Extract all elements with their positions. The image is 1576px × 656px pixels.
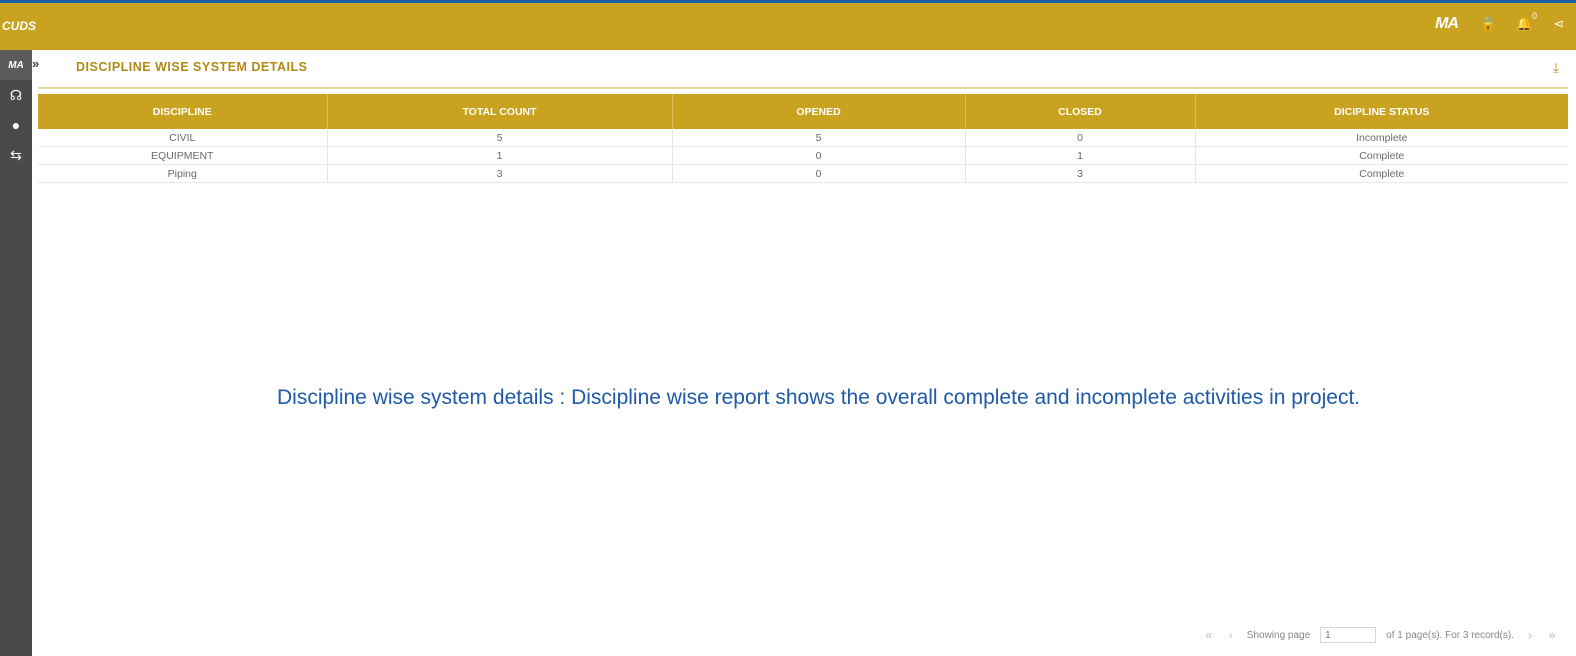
headset-icon[interactable]: ☊ [0,80,32,110]
column-header-closed[interactable]: CLOSED [965,94,1196,129]
column-header-opened[interactable]: OPENED [672,94,966,129]
cell-closed: 0 [965,129,1196,147]
sidebar: MA ☊ ● ⇆ [0,50,32,656]
user-badge[interactable]: MA [1435,15,1459,33]
cell-total-count: 3 [327,164,673,183]
cell-closed: 3 [965,164,1196,183]
cell-status: Complete [1195,164,1568,183]
top-icons: MA 🔒 🔔 0 ⋖ [1435,11,1566,33]
showing-page-label: Showing page [1246,629,1311,641]
cell-discipline: EQUIPMENT [38,146,328,165]
column-header-discipline[interactable]: DISCIPLINE [38,94,328,129]
caption-text: Discipline wise system details : Discipl… [277,386,1361,409]
notification-count: 0 [1531,11,1537,21]
table-row[interactable]: Piping 3 0 3 Complete [38,164,1568,183]
expand-sidebar-icon[interactable]: » [32,56,50,74]
share-icon[interactable]: ⋖ [1552,17,1566,31]
swap-icon[interactable]: ⇆ [0,140,32,170]
user-icon[interactable]: ● [0,110,32,140]
table-row[interactable]: CIVIL 5 5 0 Incomplete [38,129,1568,147]
column-header-total-count[interactable]: TOTAL COUNT [327,94,673,129]
page-summary: of 1 page(s). For 3 record(s). [1386,629,1514,641]
page-title: DISCIPLINE WISE SYSTEM DETAILS [76,60,308,74]
cell-total-count: 1 [327,146,673,165]
page-number-input[interactable] [1320,627,1377,643]
cell-discipline: Piping [38,164,328,183]
cell-total-count: 5 [327,129,673,147]
first-page-icon[interactable]: « [1203,628,1215,642]
lock-icon[interactable]: 🔒 [1480,17,1496,31]
header-divider [38,87,1568,89]
bell-icon[interactable]: 🔔 0 [1516,11,1537,31]
discipline-table: DISCIPLINE TOTAL COUNT OPENED CLOSED DIC… [38,94,1568,183]
pagination: « ‹ Showing page of 1 page(s). For 3 rec… [1203,624,1558,646]
prev-page-icon[interactable]: ‹ [1225,628,1237,642]
column-header-discipline-status[interactable]: DICIPLINE STATUS [1195,94,1568,129]
download-icon[interactable]: ⤓ [1548,60,1564,76]
sidebar-user-badge[interactable]: MA [0,50,32,80]
cell-opened: 0 [672,146,966,165]
cell-status: Incomplete [1195,129,1568,147]
next-page-icon[interactable]: › [1524,628,1536,642]
top-bar: CUDS MA 🔒 🔔 0 ⋖ [0,0,1576,50]
cell-discipline: CIVIL [38,129,328,147]
app-logo[interactable]: CUDS [2,13,36,39]
bell-glyph: 🔔 [1516,16,1533,31]
cell-opened: 5 [672,129,966,147]
cell-status: Complete [1195,146,1568,165]
last-page-icon[interactable]: » [1546,628,1558,642]
table-header-row: DISCIPLINE TOTAL COUNT OPENED CLOSED DIC… [38,94,1568,129]
cell-closed: 1 [965,146,1196,165]
table-row[interactable]: EQUIPMENT 1 0 1 Complete [38,146,1568,165]
cell-opened: 0 [672,164,966,183]
